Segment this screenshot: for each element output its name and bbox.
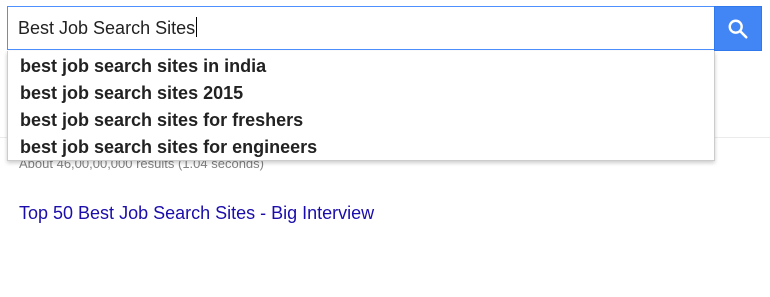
search-box[interactable]: Best Job Search Sites [7, 6, 714, 50]
search-input-text: Best Job Search Sites [18, 18, 196, 38]
text-caret [196, 17, 198, 37]
suggestion-item[interactable]: best job search sites in india [20, 53, 266, 80]
suggestions-dropdown: best job search sites in india best job … [7, 51, 715, 161]
suggestion-item[interactable]: best job search sites for engineers [20, 134, 317, 161]
suggestion-item[interactable]: best job search sites for freshers [20, 107, 303, 134]
result-title-link[interactable]: Top 50 Best Job Search Sites - Big Inter… [19, 203, 374, 224]
suggestion-item[interactable]: best job search sites 2015 [20, 80, 243, 107]
search-icon [727, 18, 749, 40]
search-button[interactable] [714, 6, 762, 51]
search-input[interactable]: Best Job Search Sites [18, 7, 698, 49]
